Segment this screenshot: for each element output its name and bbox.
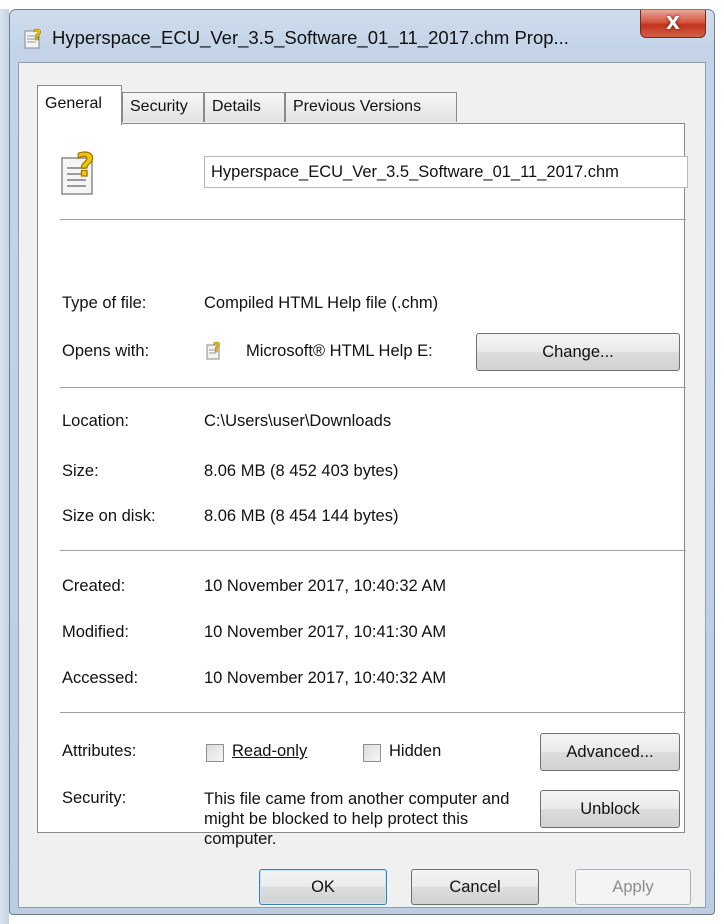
background-window-edge: [0, 9, 9, 924]
tab-previous-versions[interactable]: Previous Versions: [285, 92, 457, 122]
size-on-disk-value: 8.06 MB (8 454 144 bytes): [204, 507, 399, 525]
file-name-input[interactable]: Hyperspace_ECU_Ver_3.5_Software_01_11_20…: [204, 156, 688, 188]
dialog-client-area: General Security Details Previous Versio…: [18, 62, 706, 908]
created-value: 10 November 2017, 10:40:32 AM: [204, 577, 447, 595]
read-only-label[interactable]: Read-only: [232, 742, 307, 761]
tab-details[interactable]: Details: [204, 92, 285, 122]
window-title: Hyperspace_ECU_Ver_3.5_Software_01_11_20…: [52, 27, 569, 48]
location-value: C:\Users\user\Downloads: [204, 412, 392, 430]
type-of-file-value: Compiled HTML Help file (.chm): [204, 294, 439, 312]
read-only-checkbox[interactable]: [206, 744, 224, 762]
separator: [60, 387, 686, 388]
separator: [60, 550, 686, 551]
accessed-label: Accessed:: [62, 669, 139, 687]
size-value: 8.06 MB (8 452 403 bytes): [204, 462, 399, 480]
html-help-icon: ?: [206, 341, 221, 360]
close-icon: X: [666, 13, 680, 34]
general-tab-panel: ? Hyperspace_ECU_Ver_3.5_Software_01_11_…: [37, 123, 688, 848]
tab-security[interactable]: Security: [122, 92, 204, 122]
opens-with-value: Microsoft® HTML Help E:: [246, 342, 433, 360]
svg-text:?: ?: [33, 26, 42, 44]
opens-with-label: Opens with:: [62, 342, 150, 360]
hidden-label[interactable]: Hidden: [389, 742, 441, 761]
security-message: This file came from another computer and…: [204, 790, 510, 848]
separator: [60, 712, 686, 713]
security-label: Security:: [62, 789, 127, 807]
tab-general[interactable]: General: [37, 85, 122, 125]
apply-button[interactable]: Apply: [575, 869, 691, 905]
accessed-value: 10 November 2017, 10:40:32 AM: [204, 669, 447, 687]
size-label: Size:: [62, 462, 99, 480]
help-file-icon: ?: [24, 26, 42, 49]
background-text-strip: [0, 0, 724, 9]
title-bar[interactable]: ? Hyperspace_ECU_Ver_3.5_Software_01_11_…: [10, 10, 714, 62]
help-file-icon: ?: [61, 146, 95, 195]
hidden-checkbox[interactable]: [363, 744, 381, 762]
separator: [60, 219, 686, 220]
ok-button[interactable]: OK: [259, 869, 387, 905]
advanced-button[interactable]: Advanced...: [540, 733, 680, 771]
cancel-button[interactable]: Cancel: [411, 869, 539, 905]
attributes-label: Attributes:: [62, 742, 137, 760]
properties-dialog: ? Hyperspace_ECU_Ver_3.5_Software_01_11_…: [9, 9, 715, 915]
unblock-button[interactable]: Unblock: [540, 790, 680, 828]
change-button[interactable]: Change...: [476, 333, 680, 371]
svg-text:?: ?: [213, 341, 221, 356]
close-button[interactable]: X: [640, 10, 706, 38]
created-label: Created:: [62, 577, 126, 595]
type-of-file-label: Type of file:: [62, 294, 147, 312]
size-on-disk-label: Size on disk:: [62, 507, 156, 525]
svg-text:?: ?: [76, 146, 95, 184]
modified-label: Modified:: [62, 623, 129, 641]
modified-value: 10 November 2017, 10:41:30 AM: [204, 623, 447, 641]
location-label: Location:: [62, 412, 129, 430]
